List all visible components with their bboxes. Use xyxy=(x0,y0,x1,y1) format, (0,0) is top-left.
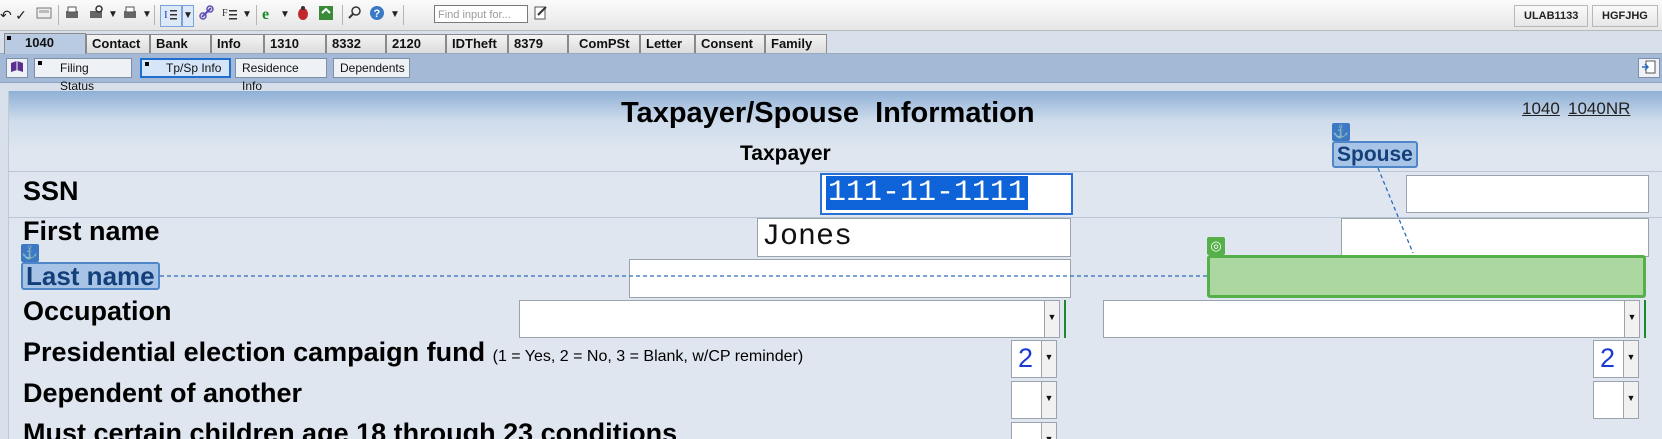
last-name-highlight[interactable]: Last name xyxy=(21,262,160,290)
link-connectors xyxy=(160,167,1414,277)
anchor-icon[interactable]: ⚓ xyxy=(1332,123,1350,141)
target-icon[interactable]: ◎ xyxy=(1207,237,1225,255)
spouse-last-name-input[interactable] xyxy=(1207,255,1646,298)
anchor-icon[interactable]: ⚓ xyxy=(21,244,39,262)
spouse-column-header[interactable]: Spouse xyxy=(1332,141,1418,168)
